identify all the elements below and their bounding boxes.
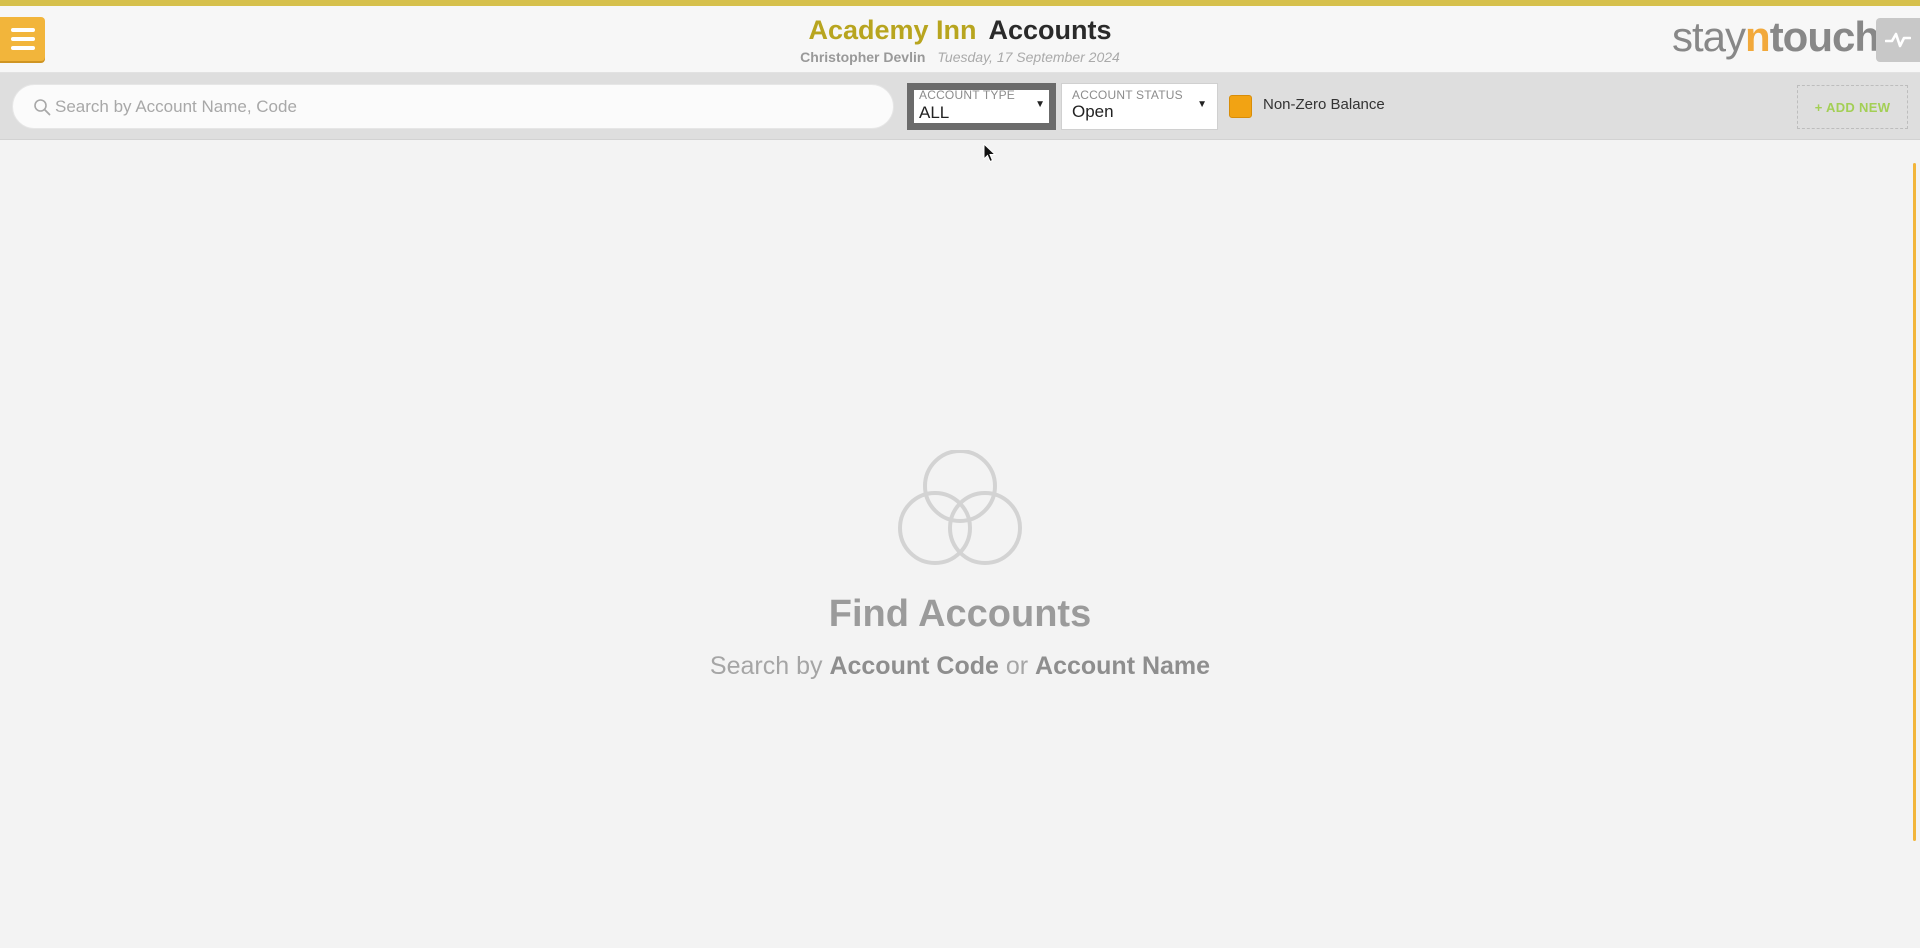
mouse-cursor-icon bbox=[983, 143, 997, 163]
non-zero-balance-checkbox[interactable] bbox=[1229, 95, 1252, 118]
app-header: Academy Inn Accounts Christopher Devlin Tu… bbox=[0, 6, 1920, 73]
account-status-label: ACCOUNT STATUS bbox=[1072, 88, 1183, 102]
empty-state-subtitle: Search by Account Code or Account Name bbox=[0, 652, 1920, 681]
empty-sub-term-name: Account Name bbox=[1035, 652, 1211, 680]
empty-sub-term-code: Account Code bbox=[829, 652, 999, 680]
logo-stay: stay bbox=[1672, 13, 1746, 60]
logo-touch: touch bbox=[1769, 13, 1880, 60]
logo-n: n bbox=[1745, 13, 1771, 60]
caret-down-icon: ▼ bbox=[1035, 99, 1045, 110]
add-new-button[interactable]: + ADD NEW bbox=[1797, 85, 1908, 129]
search-icon bbox=[34, 99, 51, 116]
filter-toolbar: ACCOUNT TYPE ALL ▼ ACCOUNT STATUS Open ▼… bbox=[0, 73, 1920, 140]
stayntouch-logo: stayntouch bbox=[1672, 13, 1880, 60]
account-status-select[interactable]: ACCOUNT STATUS Open ▼ bbox=[1061, 83, 1218, 130]
activity-button[interactable] bbox=[1876, 18, 1920, 62]
user-name: Christopher Devlin bbox=[800, 49, 926, 65]
account-type-label: ACCOUNT TYPE bbox=[919, 88, 1015, 102]
empty-sub-or: or bbox=[1005, 652, 1029, 680]
activity-pulse-icon bbox=[1885, 32, 1911, 48]
non-zero-balance-label[interactable]: Non-Zero Balance bbox=[1263, 96, 1385, 113]
page-name: Accounts bbox=[988, 15, 1112, 45]
search-input[interactable] bbox=[55, 85, 875, 128]
hotel-name: Academy Inn bbox=[808, 15, 977, 45]
business-date: Tuesday, 17 September 2024 bbox=[937, 49, 1120, 65]
empty-state-title: Find Accounts bbox=[828, 593, 1092, 635]
caret-down-icon: ▼ bbox=[1197, 99, 1207, 110]
page-subtitle: Christopher Devlin Tuesday, 17 September … bbox=[0, 48, 1920, 66]
empty-state: Find Accounts Search by Account Code or … bbox=[0, 450, 1920, 681]
empty-sub-prefix: Search by bbox=[709, 652, 823, 680]
three-circles-icon bbox=[898, 450, 1022, 565]
account-type-select[interactable]: ACCOUNT TYPE ALL ▼ bbox=[907, 83, 1056, 130]
page-title: Academy Inn Accounts bbox=[0, 14, 1920, 46]
page-title-block: Academy Inn Accounts Christopher Devlin Tu… bbox=[0, 14, 1920, 66]
search-box[interactable] bbox=[12, 84, 894, 129]
account-type-value: ALL bbox=[919, 103, 950, 122]
account-status-value: Open bbox=[1072, 102, 1114, 121]
